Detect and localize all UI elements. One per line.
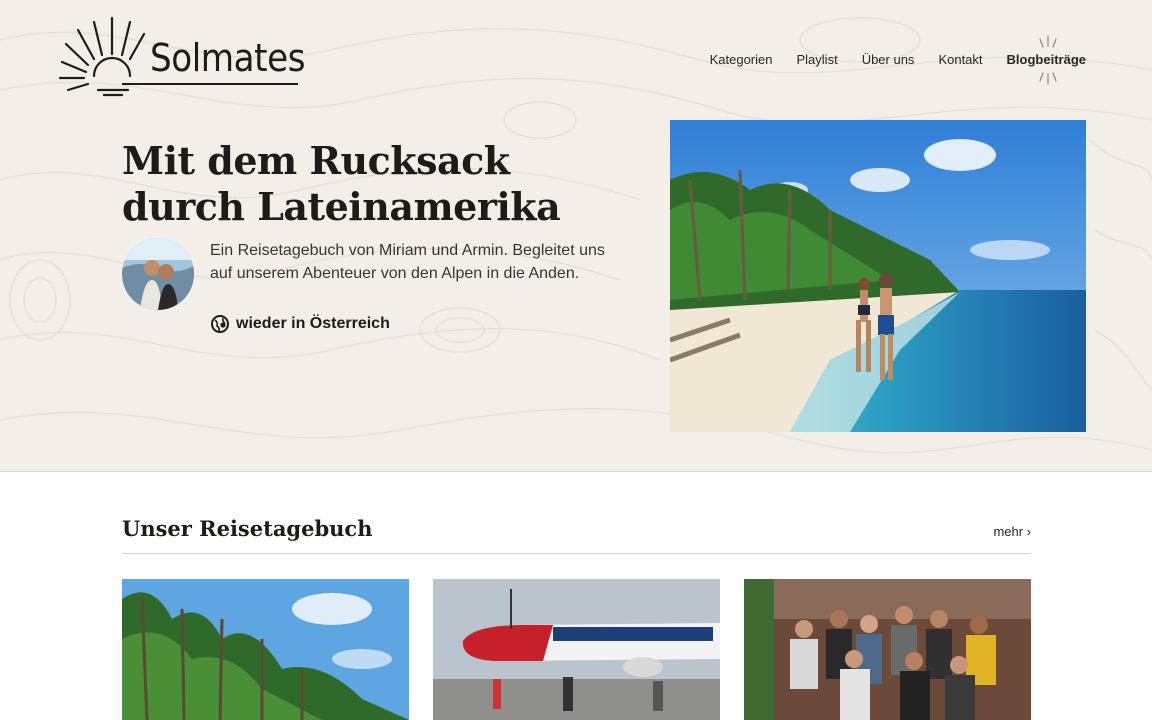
author-avatar [122,238,194,310]
globe-pin-icon [211,315,229,333]
diary-card-airplane[interactable] [433,579,720,720]
hero-section: Solmates Kategorien Playlist Über uns Ko… [0,0,1152,472]
palm-trees-image [122,579,409,720]
location-text: wieder in Österreich [236,315,390,332]
active-nav-rays-icon [1039,35,1057,85]
blog-intro: Ein Reisetagebuch von Miriam und Armin. … [210,242,605,282]
logo-underline [122,83,298,85]
more-link[interactable]: mehr › [993,524,1031,539]
nav-item-ueber-uns[interactable]: Über uns [862,52,915,67]
diary-section-header: Unser Reisetagebuch mehr › [122,514,1031,554]
airplane-image [433,579,720,720]
site-logo[interactable]: Solmates [58,14,306,98]
brand-name: Solmates [150,36,306,80]
beach-image [670,120,1086,432]
main-nav: Kategorien Playlist Über uns Kontakt Blo… [710,52,1086,67]
current-location: wieder in Österreich [210,314,390,334]
nav-item-kontakt[interactable]: Kontakt [938,52,982,67]
page-title: Mit dem Rucksack durch Lateinamerika [122,138,561,229]
diary-card-palms[interactable] [122,579,409,720]
group-photo-image [744,579,1031,720]
diary-card-group[interactable] [744,579,1031,720]
hero-beach-photo[interactable] [670,120,1086,432]
nav-item-kategorien[interactable]: Kategorien [710,52,773,67]
nav-item-playlist[interactable]: Playlist [797,52,838,67]
section-title: Unser Reisetagebuch [122,516,373,541]
